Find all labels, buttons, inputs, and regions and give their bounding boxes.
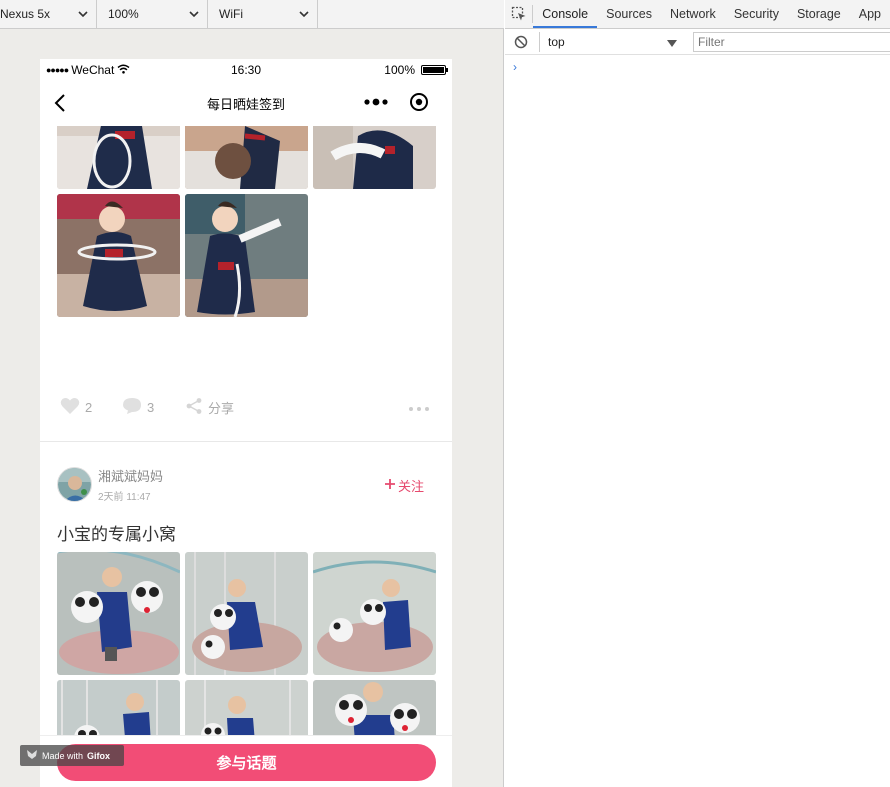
console-prompt[interactable]: › [513, 60, 517, 74]
post2-photo[interactable] [57, 552, 180, 675]
watermark-brand: Gifox [87, 750, 111, 761]
devtools-panel: Console Sources Network Security Storage… [505, 0, 890, 787]
tab-network[interactable]: Network [661, 0, 725, 28]
network-select-value: WiFi [219, 7, 243, 21]
post1-photo[interactable] [57, 126, 180, 189]
page-title: 每日晒娃签到 [206, 96, 285, 112]
network-select[interactable]: WiFi [208, 0, 318, 28]
post-divider [40, 441, 452, 442]
post2-photo[interactable] [313, 552, 436, 675]
heart-icon [60, 397, 80, 418]
comment-button[interactable]: 3 [122, 397, 154, 418]
dropdown-triangle-icon [667, 37, 677, 51]
feed-scroll[interactable]: 2 3 分享 湘斌斌妈妈 2天前 11:47 关注 小宝的专属小窝 [40, 126, 452, 787]
like-button[interactable]: 2 [60, 397, 92, 418]
filter-input[interactable] [693, 32, 890, 52]
tab-sources[interactable]: Sources [597, 0, 661, 28]
tab-security[interactable]: Security [725, 0, 788, 28]
avatar[interactable] [57, 467, 92, 502]
phone-screen: ●●●●● WeChat 16:30 100% 每日晒娃签到 2 3 分享 湘斌… [40, 59, 452, 787]
share-button[interactable]: 分享 [185, 397, 234, 418]
comment-bubble-icon [122, 397, 142, 418]
comment-count: 3 [147, 399, 155, 415]
chevron-down-icon [189, 9, 199, 19]
close-target-icon[interactable] [408, 91, 430, 113]
fox-logo-icon [26, 749, 38, 762]
tab-console[interactable]: Console [533, 0, 598, 28]
post1-photo[interactable] [57, 194, 180, 317]
share-label: 分享 [208, 400, 235, 416]
watermark-prefix: Made with [42, 750, 84, 761]
post2-author[interactable]: 湘斌斌妈妈 2天前 11:47 [57, 466, 163, 503]
like-count: 2 [85, 399, 93, 415]
battery-icon [421, 64, 448, 75]
post-more-button[interactable] [408, 400, 430, 415]
post1-actions: 2 3 分享 [40, 386, 452, 428]
zoom-select[interactable]: 100% [97, 0, 208, 28]
clear-console-icon[interactable] [505, 35, 537, 49]
status-bar: ●●●●● WeChat 16:30 100% [40, 59, 452, 80]
wifi-icon [117, 63, 130, 77]
follow-button[interactable]: 关注 [384, 476, 424, 495]
carrier-label: WeChat [71, 62, 115, 77]
emulator-area: ●●●●● WeChat 16:30 100% 每日晒娃签到 2 3 分享 湘斌… [0, 29, 504, 787]
post1-photo[interactable] [313, 126, 436, 189]
post1-photo[interactable] [185, 194, 308, 317]
context-select[interactable]: top [539, 32, 681, 52]
plus-icon [384, 478, 396, 493]
share-icon [185, 397, 203, 418]
ellipsis-icon [408, 400, 430, 415]
chevron-down-icon [78, 9, 88, 19]
context-value: top [548, 35, 565, 49]
follow-label: 关注 [397, 479, 424, 494]
status-time: 16:30 [230, 62, 262, 77]
post1-photo[interactable] [185, 126, 308, 189]
more-dots-icon[interactable] [362, 94, 390, 110]
device-select-value: Nexus 5x [0, 7, 51, 21]
post-time: 2天前 11:47 [98, 492, 151, 503]
zoom-select-value: 100% [108, 7, 139, 21]
gifox-watermark: Made with Gifox [20, 745, 124, 766]
chevron-down-icon [299, 9, 309, 19]
author-name[interactable]: 湘斌斌妈妈 [98, 466, 163, 485]
device-toolbar: Nexus 5x 100% WiFi [0, 0, 504, 29]
nav-bar: 每日晒娃签到 [40, 80, 452, 126]
signal-icon: ●●●●● [46, 64, 69, 75]
back-arrow-icon[interactable] [50, 92, 72, 114]
console-toolbar: top [505, 29, 890, 55]
battery-percent: 100% [384, 62, 415, 77]
tab-application[interactable]: App [850, 0, 890, 28]
post2-photo[interactable] [185, 552, 308, 675]
tab-storage[interactable]: Storage [788, 0, 850, 28]
inspect-element-icon[interactable] [505, 5, 534, 23]
device-select[interactable]: Nexus 5x [0, 0, 97, 28]
post2-title: 小宝的专属小窝 [57, 525, 176, 544]
devtools-tabs: Console Sources Network Security Storage… [505, 0, 890, 29]
